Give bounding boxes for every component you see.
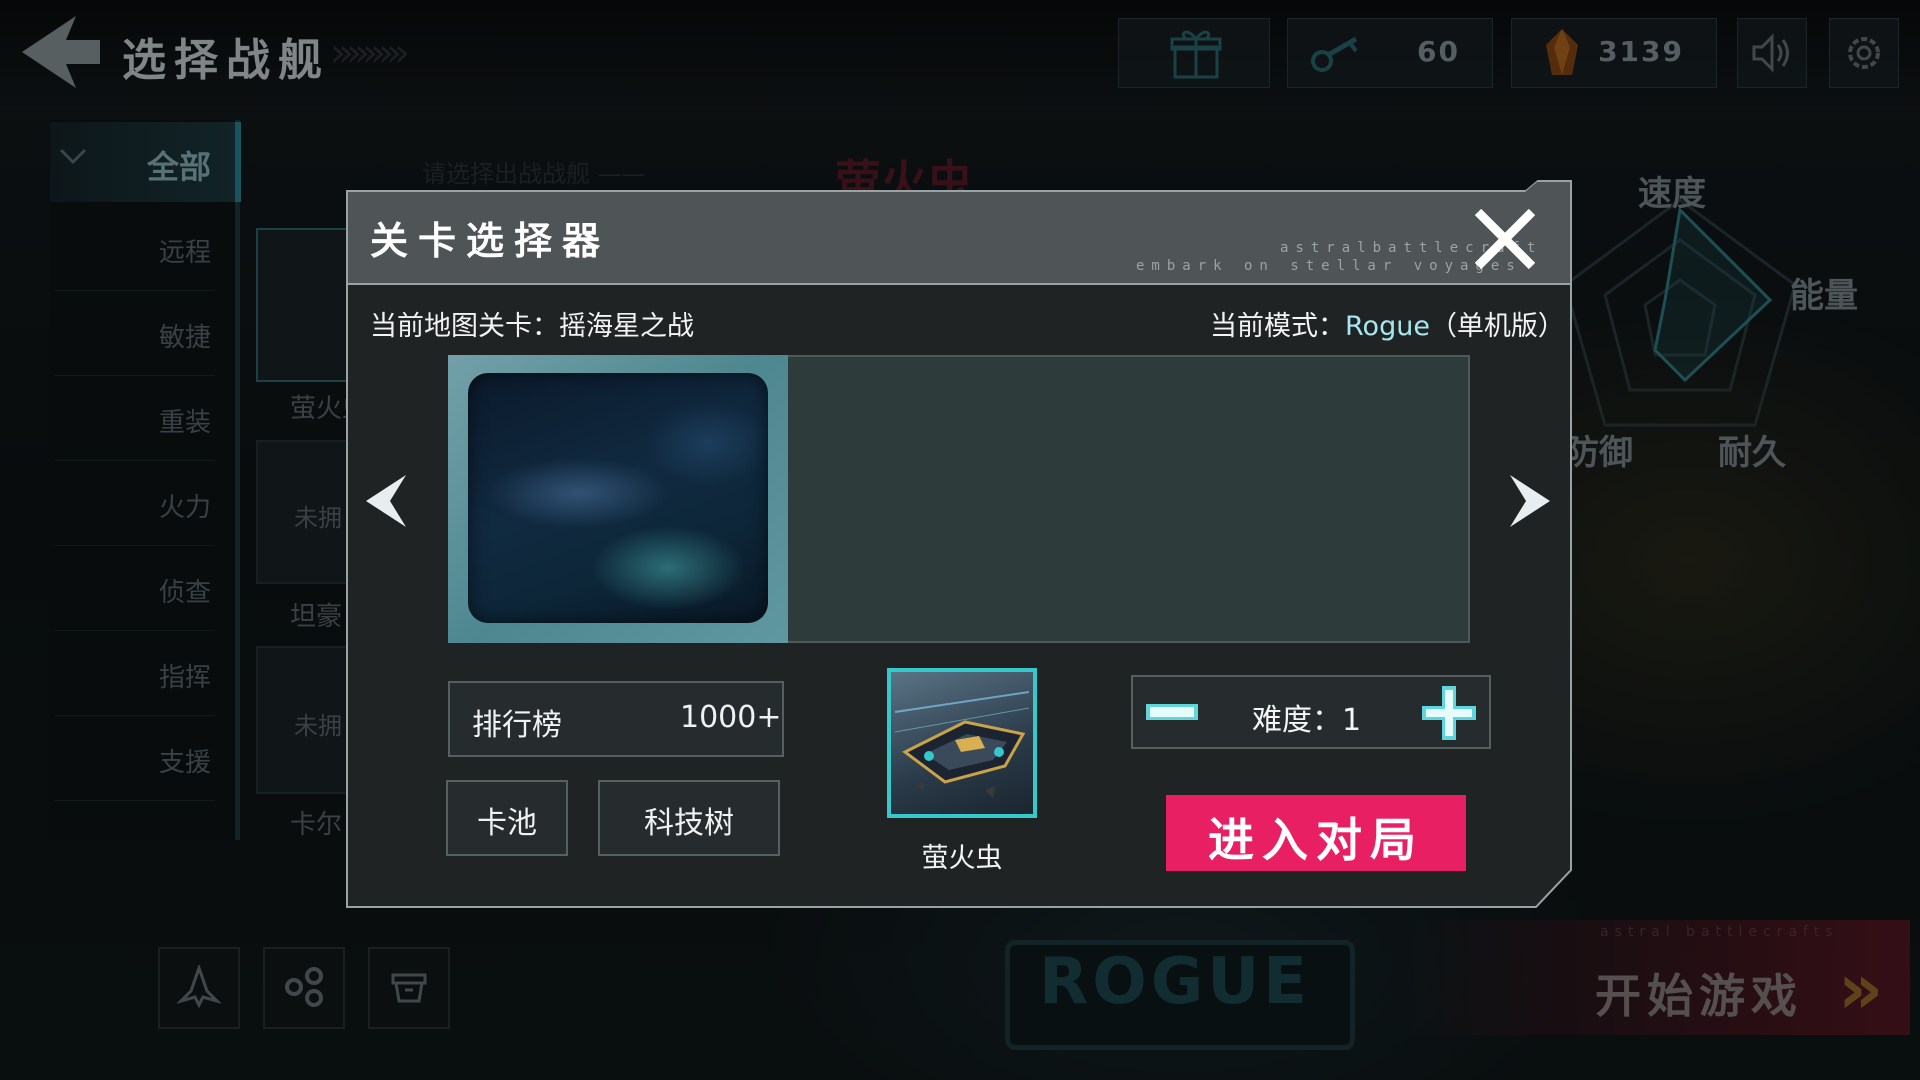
selected-ship-name: 萤火虫: [921, 843, 1003, 874]
card-pool-label: 卡池: [477, 806, 537, 841]
mode-prefix: 当前模式：: [1210, 311, 1345, 342]
modal-tagline-2: embark on stellar voyages: [1136, 258, 1522, 274]
close-icon[interactable]: [1470, 204, 1540, 274]
mode-suffix: （单机版）: [1429, 311, 1565, 342]
spaceship-icon: [895, 691, 1029, 798]
current-map-level: 当前地图关卡：摇海星之战: [370, 311, 694, 342]
chevron-left-icon[interactable]: [360, 473, 410, 529]
mode-value: Rogue: [1345, 311, 1430, 342]
chevron-right-icon[interactable]: [1506, 473, 1556, 529]
difficulty-text: 难度：: [1252, 703, 1342, 738]
leaderboard-value: 1000+: [680, 700, 782, 735]
difficulty-value: 1: [1342, 703, 1362, 738]
current-mode: 当前模式：Rogue（单机版）: [1210, 304, 1565, 343]
enter-match-label: 进入对局: [1208, 813, 1424, 867]
modal-title: 关卡选择器: [370, 219, 611, 263]
difficulty-label: 难度：1: [1252, 695, 1361, 739]
leaderboard-label: 排行榜: [472, 708, 562, 743]
selected-ship-thumbnail[interactable]: [887, 668, 1037, 818]
tech-tree-label: 科技树: [644, 806, 734, 841]
minus-icon[interactable]: [1144, 696, 1200, 728]
map-thumbnail-nebula: [468, 373, 768, 623]
plus-icon[interactable]: [1420, 684, 1478, 742]
